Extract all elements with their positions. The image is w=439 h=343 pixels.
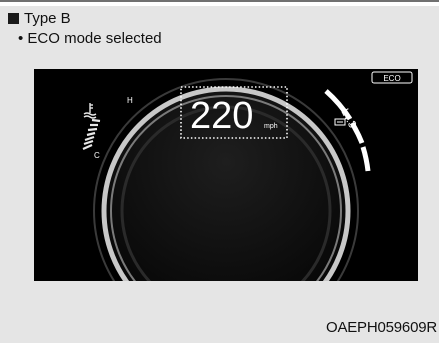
eco-mode-description: • ECO mode selected — [18, 30, 162, 47]
instrument-cluster-panel: H C Lv.3 ECO 220 mph — [34, 69, 418, 281]
speed-unit: mph — [264, 123, 278, 130]
temperature-gauge — [82, 118, 101, 151]
type-heading: Type B — [8, 10, 71, 27]
type-label: Type B — [24, 10, 71, 27]
eco-mode-badge-text: ECO — [383, 74, 400, 83]
temp-cold-label: C — [94, 151, 100, 160]
top-border — [0, 0, 439, 2]
temp-hot-label: H — [127, 96, 133, 105]
figure-code: OAEPH059609R — [325, 319, 437, 336]
eco-mode-badge: ECO — [371, 71, 413, 84]
speed-value: 220 — [190, 95, 253, 137]
coolant-temperature-icon — [83, 103, 97, 119]
square-bullet-icon — [8, 13, 19, 24]
instrument-cluster-graphic: H C Lv.3 ECO 220 mph — [82, 71, 413, 281]
